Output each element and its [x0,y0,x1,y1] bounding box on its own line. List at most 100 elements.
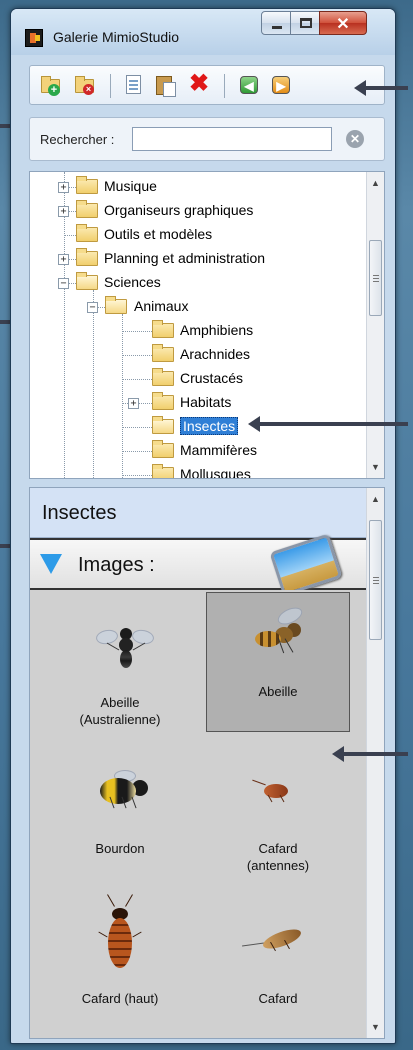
gallery-item-abeille-australienne[interactable]: Abeille (Australienne) [48,604,192,744]
tree-item-habitats[interactable]: + Habitats [30,392,368,414]
tree-item-label-selected: Insectes [180,417,239,435]
gallery-item-label: Abeille (Australienne) [79,695,161,727]
folder-icon [152,392,174,410]
gallery-item-label: Cafard [258,991,298,1006]
new-folder-button[interactable]: + [40,74,62,96]
tree-item-label: Crustacés [180,370,244,386]
toolbar: + × ✖ ◀ ▶ [29,65,385,105]
tree-item-mollusques[interactable]: Mollusques [30,464,368,479]
tree-item-mammiferes[interactable]: Mammifères [30,440,368,462]
gallery-grid: Abeille (Australienne) Abeille Bourdon C… [30,590,368,1038]
images-icon [269,533,343,597]
tree-item-planning-et-administration[interactable]: + Planning et administration [30,248,368,270]
minimize-button[interactable] [261,11,291,35]
expand-icon[interactable]: + [128,398,139,409]
maximize-icon [300,18,312,28]
close-button[interactable]: ✕ [319,11,367,35]
folder-icon [76,200,98,218]
delete-button[interactable]: ✖ [188,70,210,97]
gallery-item-label: Cafard (haut) [81,991,159,1006]
title-bar: Galerie MimioStudio ✕ [11,9,395,55]
expand-icon[interactable]: + [58,182,69,193]
window-title: Galerie MimioStudio [53,29,180,45]
cockroach-antennae-image [252,776,302,806]
clear-search-icon[interactable]: ✕ [346,130,364,148]
paste-icon [156,76,176,97]
minimize-icon [272,26,282,29]
tree-item-arachnides[interactable]: Arachnides [30,344,368,366]
callout-arrow-toolbar [354,80,408,96]
gallery-title: Insectes [42,502,117,524]
tree-item-amphibiens[interactable]: Amphibiens [30,320,368,342]
section-label: Images : [78,554,155,576]
bee-image [94,626,156,670]
scroll-down-icon[interactable]: ▼ [367,458,384,476]
collapse-icon[interactable]: − [87,302,98,313]
scroll-up-icon[interactable]: ▲ [367,490,384,508]
tree-item-label: Arachnides [180,346,251,362]
copy-button[interactable] [122,74,144,96]
folder-icon [152,464,174,478]
expand-icon[interactable]: + [58,206,69,217]
tree-item-label: Outils et modèles [104,226,213,242]
export-button[interactable]: ▶ [270,74,292,96]
expand-icon[interactable]: + [58,254,69,265]
images-section-header[interactable]: Images : [30,533,368,597]
folder-open-icon [105,296,127,314]
mimio-app-icon [25,29,43,47]
collapse-icon[interactable]: − [58,278,69,289]
tree-item-animaux[interactable]: − Animaux [30,296,368,318]
gallery-header: Insectes [30,488,368,538]
scroll-thumb[interactable] [369,240,382,316]
honeybee-image [247,604,311,665]
plus-badge-icon: + [48,84,60,96]
delete-icon: ✖ [188,70,210,97]
tree-item-insectes[interactable]: Insectes [30,416,368,438]
scroll-thumb[interactable] [369,520,382,640]
tree-item-label: Amphibiens [180,322,254,338]
callout-arrow-selected-folder [248,416,408,432]
tree-item-crustaces[interactable]: Crustacés [30,368,368,390]
search-label: Rechercher : [40,132,115,147]
close-icon: ✕ [336,16,350,33]
import-button[interactable]: ◀ [238,74,260,96]
paste-button[interactable] [154,74,176,97]
import-icon: ◀ [240,76,258,94]
tree-item-musique[interactable]: + Musique [30,176,368,198]
toolbar-separator [110,74,111,98]
gallery-item-abeille[interactable]: Abeille [206,592,350,732]
gallery-item-bourdon[interactable]: Bourdon [48,750,192,890]
tree-item-label: Habitats [180,394,232,410]
folder-icon [152,344,174,362]
gallery-scrollbar[interactable]: ▲ ▼ [366,488,384,1038]
folder-icon [76,176,98,194]
cockroach-top-image [98,894,142,974]
tree-item-label: Mammifères [180,442,258,458]
delete-folder-button[interactable]: × [74,74,96,96]
scroll-down-icon[interactable]: ▼ [367,1018,384,1036]
tree-item-sciences[interactable]: − Sciences [30,272,368,294]
folder-icon [76,248,98,266]
gallery-item-cafard-antennes[interactable]: Cafard (antennes) [206,750,350,890]
maximize-button[interactable] [290,11,320,35]
gallery-window: Galerie MimioStudio ✕ + × ✖ ◀ ▶ Recherch… [10,8,396,1044]
tree-item-organiseurs-graphiques[interactable]: + Organiseurs graphiques [30,200,368,222]
tree-scrollbar[interactable]: ▲ ▼ [366,172,384,478]
collapse-triangle-icon[interactable] [40,554,62,574]
folder-open-icon [152,416,174,434]
bumblebee-image [92,770,152,814]
tree-item-outils-et-modeles[interactable]: Outils et modèles [30,224,368,246]
gallery-item-cafard-haut[interactable]: Cafard (haut) [48,894,192,1038]
tree-item-label: Organiseurs graphiques [104,202,254,218]
scroll-up-icon[interactable]: ▲ [367,174,384,192]
cockroach-image [242,925,314,958]
search-bar: Rechercher : ✕ [29,117,385,161]
tree-item-label: Mollusques [180,466,251,479]
tree-item-label: Musique [104,178,157,194]
gallery-item-label: Cafard (antennes) [246,841,310,873]
gallery-item-cafard[interactable]: Cafard [206,900,350,1038]
folder-open-icon [76,272,98,290]
image-gallery: Insectes Images : Abeille (Australienne) [29,487,385,1039]
tree-item-label: Planning et administration [104,250,266,266]
search-input[interactable] [132,127,332,151]
